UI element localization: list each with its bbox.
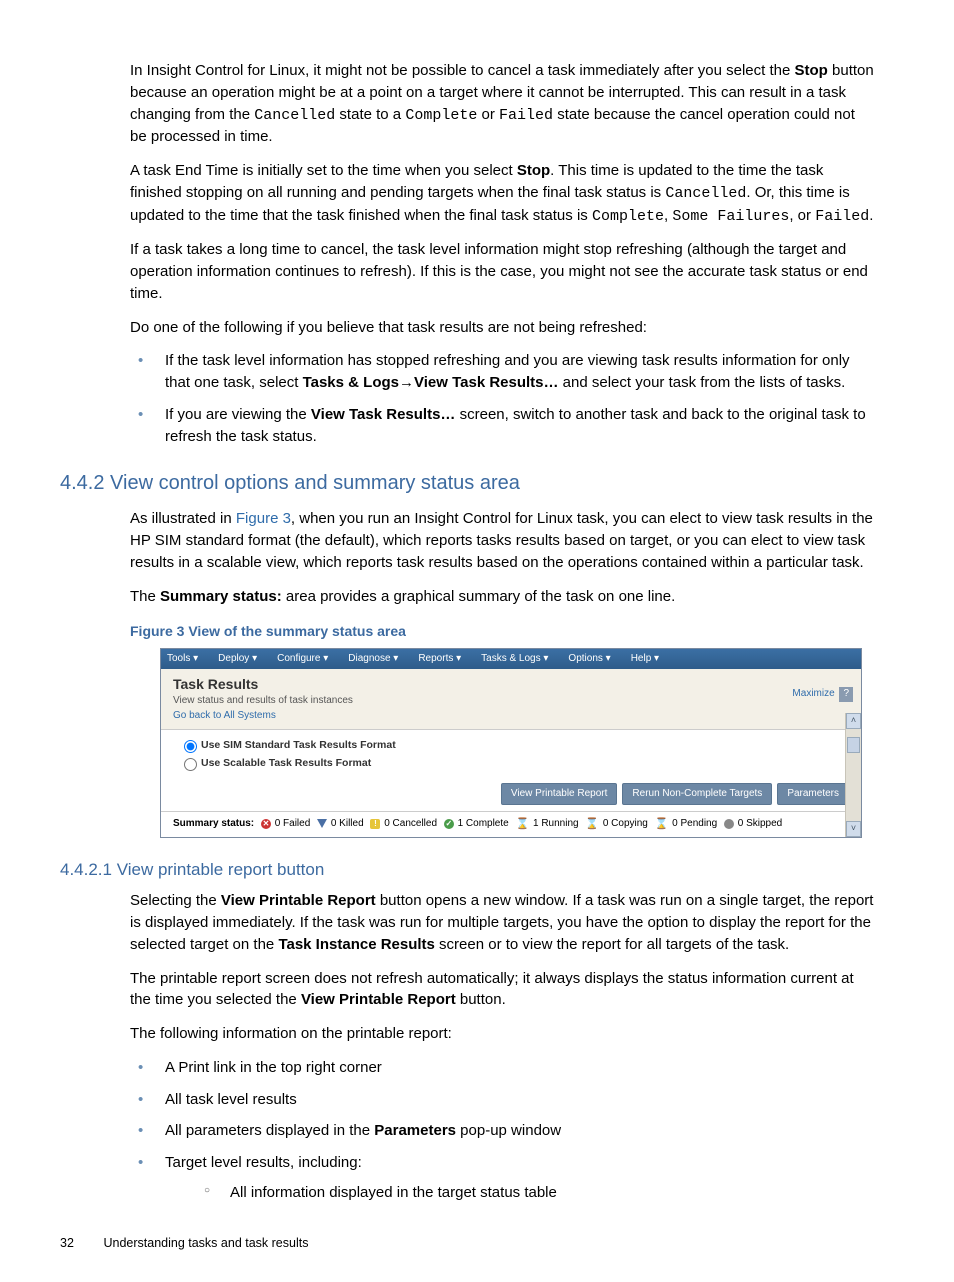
figure-screenshot: Tools ▾ Deploy ▾ Configure ▾ Diagnose ▾ … [160,648,862,838]
menu-item[interactable]: Tools ▾ [167,652,198,667]
menu-item[interactable]: Tasks & Logs ▾ [481,652,548,667]
cancelled-icon: ! [370,819,380,829]
skipped-icon [724,819,734,829]
bullet-list: A Print link in the top right corner All… [130,1057,894,1204]
radio-input[interactable] [184,740,197,753]
menu-item[interactable]: Help ▾ [631,652,659,667]
page-number: 32 [60,1234,100,1252]
paragraph: The printable report screen does not ref… [130,968,874,1012]
scrollbar[interactable]: ˄ ˅ [845,713,861,837]
killed-icon [317,819,327,828]
radio-input[interactable] [184,758,197,771]
subsection-heading: 4.4.2.1 View printable report button [60,858,894,883]
rerun-targets-button[interactable]: Rerun Non-Complete Targets [622,783,772,806]
paragraph: In Insight Control for Linux, it might n… [130,60,874,148]
paragraph: If a task takes a long time to cancel, t… [130,239,874,304]
maximize-link[interactable]: Maximize [792,688,834,699]
sub-list: All information displayed in the target … [200,1182,874,1204]
paragraph: A task End Time is initially set to the … [130,160,874,227]
running-icon: ⌛ [516,819,530,829]
options-panel: Use SIM Standard Task Results Format Use… [161,729,861,812]
section-heading: 4.4.2 View control options and summary s… [60,469,894,498]
menu-item[interactable]: Deploy ▾ [218,652,257,667]
scroll-up-icon[interactable]: ˄ [846,713,861,729]
back-link[interactable]: Go back to All Systems [161,709,861,730]
scroll-thumb[interactable] [847,737,860,753]
radio-option[interactable]: Use SIM Standard Task Results Format [179,737,849,753]
footer-text: Understanding tasks and task results [103,1236,308,1250]
menu-item[interactable]: Options ▾ [568,652,610,667]
scroll-down-icon[interactable]: ˅ [846,821,861,837]
list-item: If the task level information has stoppe… [130,350,874,394]
parameters-button[interactable]: Parameters [777,783,849,806]
page-subtitle: View status and results of task instance… [161,694,861,709]
figure-link[interactable]: Figure 3 [236,510,291,527]
summary-status: Summary status: ✕ 0 Failed 0 Killed ! 0 … [161,812,861,837]
paragraph: Do one of the following if you believe t… [130,317,874,339]
paragraph: The following information on the printab… [130,1023,874,1045]
list-item: All parameters displayed in the Paramete… [130,1120,874,1142]
paragraph: Selecting the View Printable Report butt… [130,890,874,955]
menu-item[interactable]: Configure ▾ [277,652,328,667]
view-printable-report-button[interactable]: View Printable Report [501,783,618,806]
pending-icon: ⌛ [655,819,669,829]
list-item: All task level results [130,1089,874,1111]
copying-icon: ⌛ [585,819,599,829]
complete-icon: ✓ [444,819,454,829]
paragraph: As illustrated in Figure 3, when you run… [130,508,874,573]
page-footer: 32 Understanding tasks and task results [60,1234,894,1252]
menu-bar: Tools ▾ Deploy ▾ Configure ▾ Diagnose ▾ … [161,649,861,670]
radio-option[interactable]: Use Scalable Task Results Format [179,755,849,771]
list-item: Target level results, including: All inf… [130,1152,874,1204]
menu-item[interactable]: Diagnose ▾ [348,652,398,667]
menu-item[interactable]: Reports ▾ [418,652,461,667]
list-item: All information displayed in the target … [200,1182,874,1204]
list-item: If you are viewing the View Task Results… [130,404,874,448]
failed-icon: ✕ [261,819,271,829]
help-icon[interactable]: ? [839,687,853,702]
maximize-control: Maximize ? [792,687,853,702]
figure-caption: Figure 3 View of the summary status area [130,621,894,641]
list-item: A Print link in the top right corner [130,1057,874,1079]
bullet-list: If the task level information has stoppe… [130,350,894,447]
page-title: Task Results [161,674,861,694]
paragraph: The Summary status: area provides a grap… [130,586,874,608]
